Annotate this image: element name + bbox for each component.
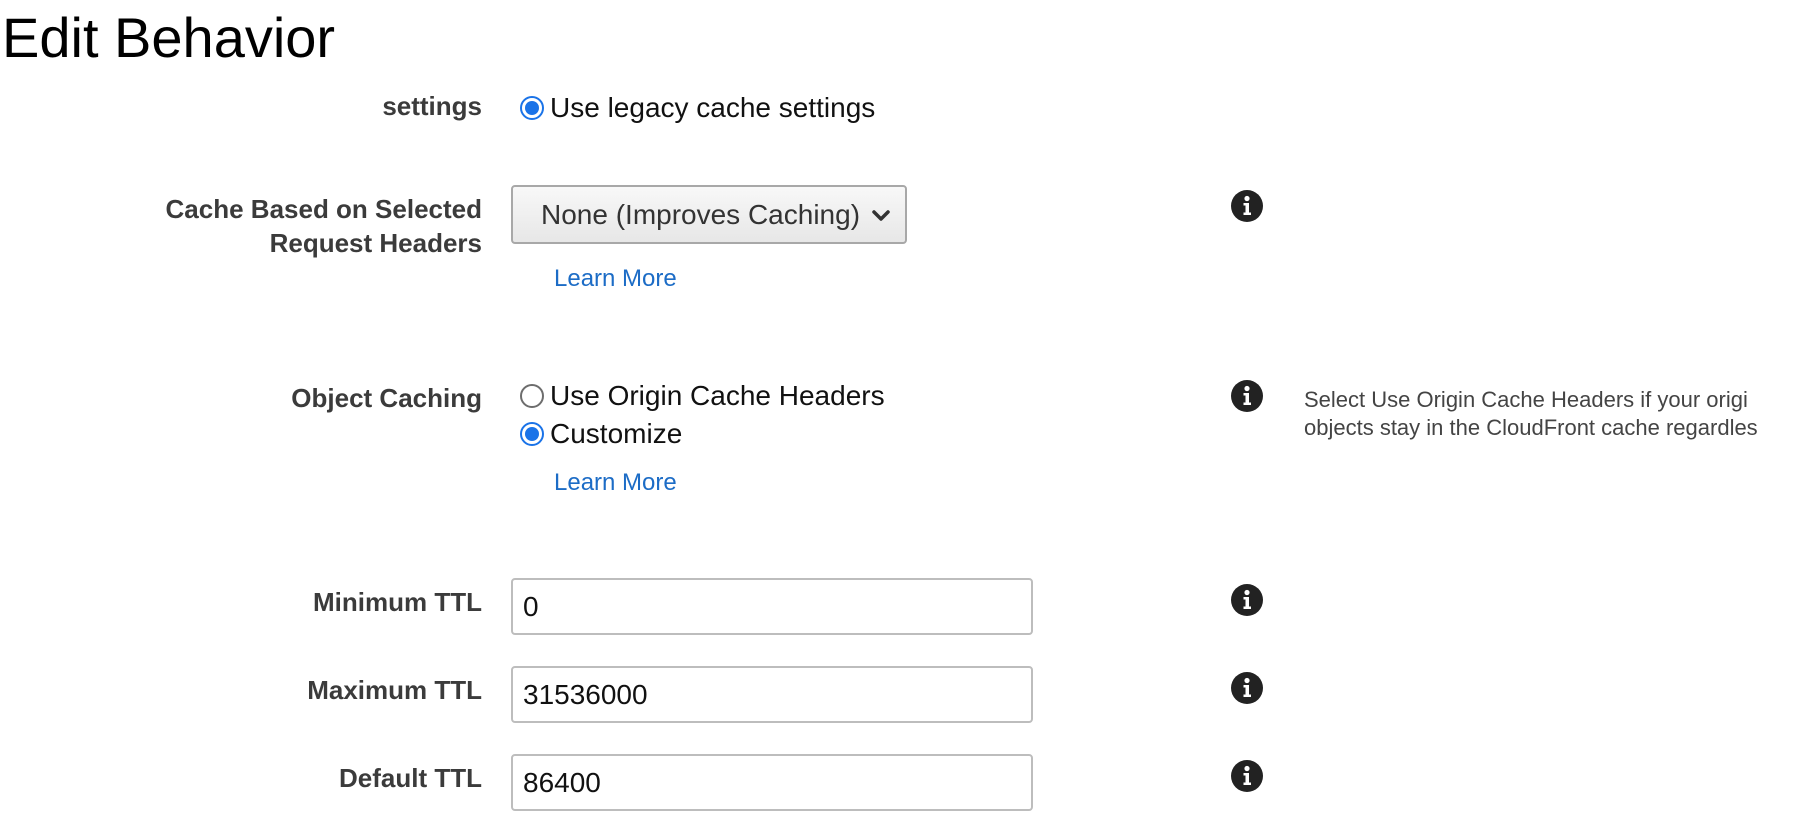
legacy-cache-settings-label[interactable]: Use legacy cache settings bbox=[550, 92, 875, 124]
cache-settings-label: settings bbox=[382, 91, 482, 121]
legacy-cache-settings-option[interactable]: Use legacy cache settings bbox=[520, 89, 875, 127]
object-caching-help-line1: Select Use Origin Cache Headers if your … bbox=[1304, 387, 1748, 412]
request-headers-label: Cache Based on Selected Request Headers bbox=[166, 192, 482, 260]
object-caching-label: Object Caching bbox=[291, 383, 482, 413]
info-circle-icon[interactable] bbox=[1231, 190, 1263, 222]
info-circle-icon[interactable] bbox=[1231, 380, 1263, 412]
default-ttl-label: Default TTL bbox=[339, 763, 482, 793]
origin-cache-headers-label[interactable]: Use Origin Cache Headers bbox=[550, 380, 885, 412]
object-caching-help-line2: objects stay in the CloudFront cache reg… bbox=[1304, 415, 1758, 440]
object-caching-help-text: Select Use Origin Cache Headers if your … bbox=[1304, 386, 1758, 442]
maximum-ttl-input[interactable] bbox=[511, 666, 1033, 723]
legacy-cache-settings-radio[interactable] bbox=[520, 96, 544, 120]
page-title: Edit Behavior bbox=[2, 6, 336, 69]
chevron-down-icon bbox=[872, 209, 890, 221]
customize-label[interactable]: Customize bbox=[550, 418, 682, 450]
customize-radio[interactable] bbox=[520, 422, 544, 446]
request-headers-label-line1: Cache Based on Selected bbox=[165, 194, 482, 224]
request-headers-learn-more-link[interactable]: Learn More bbox=[554, 265, 677, 293]
request-headers-label-line2: Request Headers bbox=[269, 228, 482, 258]
minimum-ttl-label: Minimum TTL bbox=[313, 587, 482, 617]
info-circle-icon[interactable] bbox=[1231, 760, 1263, 792]
default-ttl-input[interactable] bbox=[511, 754, 1033, 811]
request-headers-select-value: None (Improves Caching) bbox=[541, 198, 861, 230]
origin-cache-headers-option[interactable]: Use Origin Cache Headers bbox=[520, 377, 885, 415]
info-circle-icon[interactable] bbox=[1231, 672, 1263, 704]
request-headers-select[interactable]: None (Improves Caching) bbox=[511, 185, 907, 244]
customize-option[interactable]: Customize bbox=[520, 415, 682, 453]
object-caching-learn-more-link[interactable]: Learn More bbox=[554, 469, 677, 497]
info-circle-icon[interactable] bbox=[1231, 584, 1263, 616]
minimum-ttl-input[interactable] bbox=[511, 578, 1033, 635]
origin-cache-headers-radio[interactable] bbox=[520, 384, 544, 408]
edit-behavior-page: Edit Behavior settings Use legacy cache … bbox=[0, 0, 1794, 814]
maximum-ttl-label: Maximum TTL bbox=[307, 675, 482, 705]
